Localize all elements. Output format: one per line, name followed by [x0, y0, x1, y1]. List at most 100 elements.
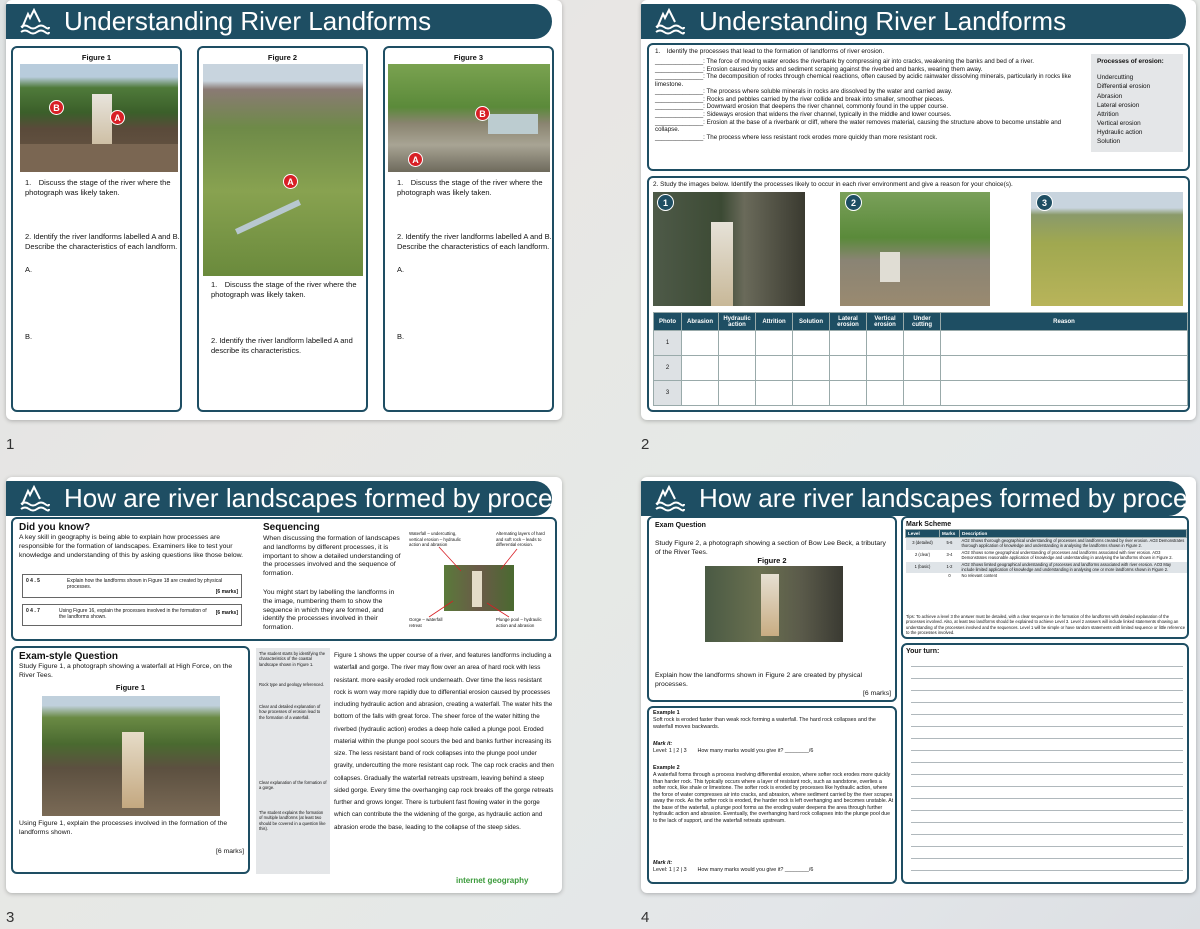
answer-cell[interactable] [681, 330, 719, 356]
example-1-text: Soft rock is eroded faster than weak roc… [653, 717, 876, 730]
writing-line[interactable] [911, 703, 1183, 715]
brand-logo: internet geography [456, 876, 529, 885]
exam-title: Exam-style Question [19, 651, 118, 662]
pin-b: B [475, 106, 490, 121]
table-row: 0 No relevant content [905, 573, 1187, 581]
answer-cell[interactable] [903, 355, 941, 381]
slide-title: Understanding River Landforms [699, 6, 1067, 36]
writing-line[interactable] [911, 787, 1183, 799]
process-item: Undercutting [1097, 74, 1134, 82]
answer-cell[interactable] [940, 380, 1188, 406]
answer-cell[interactable] [866, 330, 904, 356]
photo-3-number: 3 [1036, 194, 1053, 211]
column-header: Solution [792, 312, 830, 331]
table-cell: 3-4 [939, 549, 960, 562]
table-row: 2 [653, 355, 1188, 381]
table-cell: AO2 Shows some geographical understandin… [959, 549, 1187, 562]
answer-cell[interactable] [718, 355, 756, 381]
did-you-know-title: Did you know? [19, 522, 91, 533]
mark-it-line[interactable]: Level: 1 | 2 | 3 How many marks would yo… [653, 748, 813, 755]
definition-item: ______________: The force of moving wate… [655, 58, 1034, 65]
answer-cell[interactable] [829, 330, 867, 356]
sample-question-1: 0 4 . 5 Explain how the landforms shown … [22, 574, 242, 598]
slide-1-thumbnail[interactable]: Understanding River Landforms Figure 1 B… [6, 0, 562, 420]
callout-arrows [428, 546, 518, 618]
column-header: Under cutting [903, 312, 941, 331]
writing-line[interactable] [911, 847, 1183, 859]
answer-cell[interactable] [903, 330, 941, 356]
example-2-text: A waterfall forms through a process invo… [653, 772, 894, 824]
slide-4-thumbnail[interactable]: How are river landscapes formed by proce… [641, 477, 1196, 893]
column-header: Vertical erosion [866, 312, 904, 331]
writing-line[interactable] [911, 691, 1183, 703]
writing-line[interactable] [911, 835, 1183, 847]
writing-line[interactable] [911, 775, 1183, 787]
sequencing-paragraph-2: You might start by labelling the landfor… [263, 589, 395, 632]
answer-cell[interactable] [681, 380, 719, 406]
writing-line[interactable] [911, 667, 1183, 679]
column-header: Reason [940, 312, 1188, 331]
slide-title-banner: How are river landscapes formed by proce… [641, 481, 1196, 516]
answer-cell[interactable] [940, 355, 1188, 381]
writing-line[interactable] [911, 799, 1183, 811]
writing-line[interactable] [911, 679, 1183, 691]
writing-line[interactable] [911, 739, 1183, 751]
answer-cell[interactable] [903, 380, 941, 406]
river-logo-icon [20, 484, 50, 513]
definition-item: ______________: The process where less r… [655, 133, 938, 141]
table-row: 1 [653, 330, 1188, 356]
exam-marks: [6 marks] [863, 690, 891, 697]
answer-cell[interactable] [829, 355, 867, 381]
pin-b: B [49, 100, 64, 115]
margin-notes-column: The student starts by identifying the ch… [256, 648, 330, 874]
answer-cell[interactable] [829, 380, 867, 406]
answer-cell[interactable] [718, 330, 756, 356]
valley-photo [203, 64, 363, 276]
answer-b-label: B. [397, 332, 405, 341]
process-item: Differential erosion [1097, 83, 1151, 91]
answer-cell[interactable] [866, 380, 904, 406]
writing-line[interactable] [911, 763, 1183, 775]
writing-line[interactable] [911, 823, 1183, 835]
question-1: 1. Discuss the stage of the river where … [397, 178, 543, 197]
process-item: Hydraulic action [1097, 128, 1143, 136]
slide-2-thumbnail[interactable]: Understanding River Landforms 1. Identif… [641, 0, 1196, 420]
exam-intro: Study Figure 2, a photograph showing a s… [655, 540, 886, 556]
table-cell: 0 [939, 573, 960, 581]
slide-number: 4 [641, 909, 650, 926]
mark-scheme-table: Level Marks Description 3 (detailed) 5-6 AO2… [905, 529, 1187, 581]
row-label: 2 [653, 355, 682, 381]
question-2-title: 2. Study the images below. Identify the … [653, 181, 1013, 188]
bow-lee-beck-photo [705, 566, 843, 642]
answer-cell[interactable] [755, 380, 793, 406]
answer-cell[interactable] [940, 330, 1188, 356]
river-logo-icon [655, 7, 685, 36]
writing-line[interactable] [911, 859, 1183, 871]
answer-cell[interactable] [866, 355, 904, 381]
your-turn-box: Your turn: [901, 643, 1189, 884]
answer-cell[interactable] [718, 380, 756, 406]
writing-line[interactable] [911, 751, 1183, 763]
table-cell: AO2 Shows thorough geographical understa… [959, 537, 1187, 550]
sequencing-title: Sequencing [263, 522, 320, 533]
answer-lines[interactable] [911, 655, 1183, 871]
exam-figure-label: Figure 1 [115, 683, 146, 692]
definition-item: ______________: Erosion at the base of a… [655, 118, 1062, 134]
answer-cell[interactable] [792, 330, 830, 356]
answer-cell[interactable] [755, 330, 793, 356]
exam-marks: [6 marks] [216, 848, 244, 855]
river-logo-icon [655, 484, 685, 513]
writing-line[interactable] [911, 715, 1183, 727]
table-cell: No relevant content [959, 573, 1187, 581]
mark-it-line[interactable]: Level: 1 | 2 | 3 How many marks would yo… [653, 867, 813, 874]
figure-1-card: Figure 1 B A 1. Discuss the stage of the… [11, 46, 182, 412]
writing-line[interactable] [911, 811, 1183, 823]
answer-cell[interactable] [681, 355, 719, 381]
note-4: Clear explanation of the formation of a … [259, 780, 327, 791]
slide-3-thumbnail[interactable]: How are river landscapes formed by proce… [6, 477, 562, 893]
writing-line[interactable] [911, 655, 1183, 667]
answer-cell[interactable] [792, 355, 830, 381]
answer-cell[interactable] [755, 355, 793, 381]
writing-line[interactable] [911, 727, 1183, 739]
answer-cell[interactable] [792, 380, 830, 406]
